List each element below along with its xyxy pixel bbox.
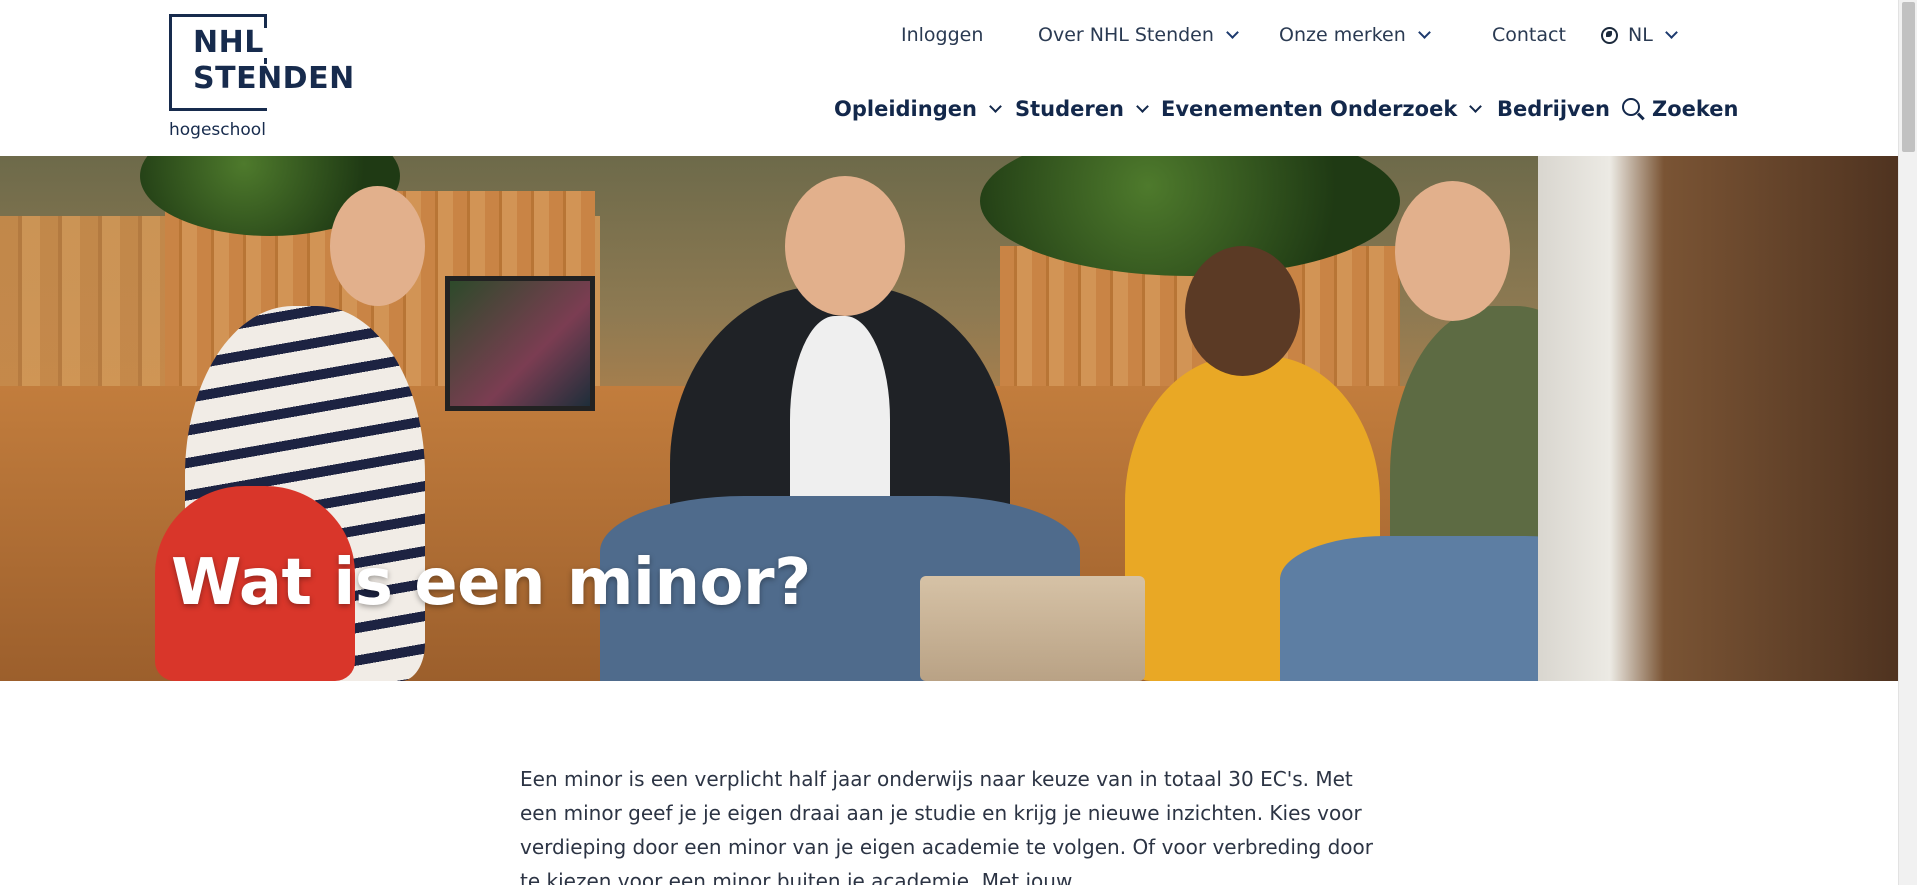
search-button[interactable]: Zoeken <box>1622 97 1739 121</box>
scrollbar-thumb[interactable] <box>1902 2 1915 152</box>
hero-laptop <box>920 576 1145 681</box>
search-icon <box>1622 98 1640 116</box>
nav-evenementen-label: Evenementen <box>1161 97 1323 121</box>
hero-person <box>330 186 425 306</box>
nav-bedrijven[interactable]: Bedrijven <box>1497 97 1610 121</box>
globe-icon <box>1601 26 1618 44</box>
login-link[interactable]: Inloggen <box>901 24 983 46</box>
nav-opleidingen[interactable]: Opleidingen <box>834 97 1002 121</box>
about-menu[interactable]: Over NHL Stenden <box>1038 24 1239 46</box>
contact-label: Contact <box>1492 24 1566 46</box>
nav-onderzoek[interactable]: Onderzoek <box>1330 97 1483 121</box>
chevron-down-icon <box>1226 25 1239 39</box>
about-label: Over NHL Stenden <box>1038 24 1214 46</box>
nav-bedrijven-label: Bedrijven <box>1497 97 1610 121</box>
page-scrollbar[interactable] <box>1898 0 1917 885</box>
brands-label: Onze merken <box>1279 24 1406 46</box>
hero-person <box>1185 246 1300 376</box>
intro-paragraph: Een minor is een verplicht half jaar ond… <box>520 767 1373 885</box>
chevron-down-icon <box>1469 99 1483 113</box>
nav-studeren-label: Studeren <box>1015 97 1124 121</box>
search-label: Zoeken <box>1652 97 1739 121</box>
chevron-down-icon <box>1136 99 1149 113</box>
contact-link[interactable]: Contact <box>1492 24 1566 46</box>
nav-opleidingen-label: Opleidingen <box>834 97 977 121</box>
logo-line1: NHL <box>193 28 268 58</box>
chevron-down-icon <box>989 99 1002 113</box>
nav-onderzoek-label: Onderzoek <box>1330 97 1458 121</box>
login-label: Inloggen <box>901 24 984 46</box>
brands-menu[interactable]: Onze merken <box>1279 24 1431 46</box>
hero-pillar <box>1538 156 1898 681</box>
chevron-down-icon <box>1417 25 1431 39</box>
chevron-down-icon <box>1664 25 1678 39</box>
hero-person <box>785 176 905 316</box>
site-header: NHL STENDEN hogeschool Inloggen Over NHL… <box>0 0 1898 156</box>
language-menu[interactable]: NL <box>1601 24 1678 46</box>
main-nav: Opleidingen Studeren Evenementen Onderzo… <box>0 97 1898 127</box>
page-title: Wat is een minor? <box>171 546 811 620</box>
hero-monitor <box>445 276 595 411</box>
nav-studeren[interactable]: Studeren <box>1015 97 1149 121</box>
hero-banner: Wat is een minor? <box>0 156 1898 681</box>
intro-text: Een minor is een verplicht half jaar ond… <box>520 762 1380 885</box>
language-label: NL <box>1628 24 1653 46</box>
nav-evenementen[interactable]: Evenementen <box>1161 97 1323 121</box>
logo-line2: STENDEN <box>193 61 357 96</box>
hero-person <box>1395 181 1510 321</box>
